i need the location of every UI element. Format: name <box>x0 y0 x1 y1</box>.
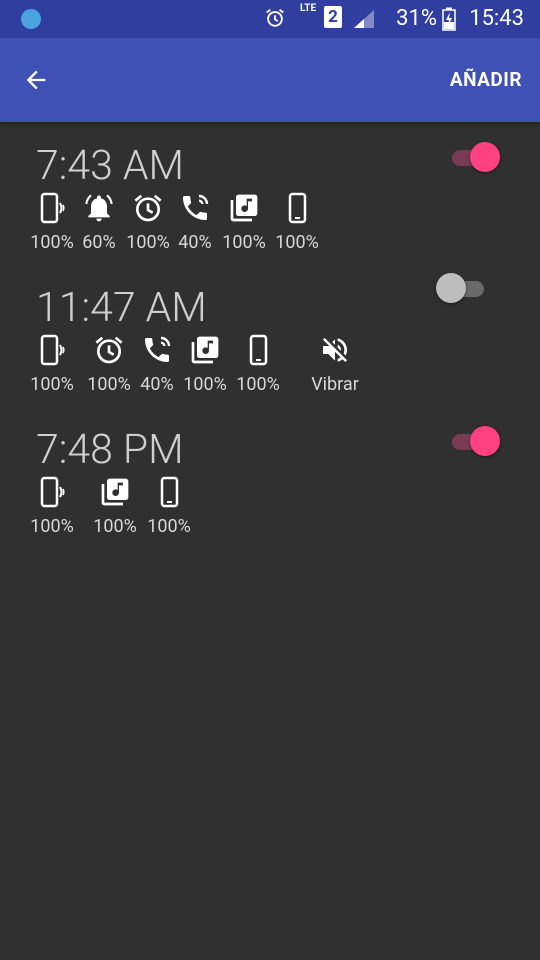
signal-icon <box>352 8 376 34</box>
status-time: 15:43 <box>469 6 524 31</box>
app-notification-icon <box>21 9 41 29</box>
alarm-item[interactable]: 7:43 AM 100% 60% 100% 40% 100% 100% <box>0 142 540 284</box>
alarm-time: 7:43 AM <box>36 142 184 190</box>
volume-setting: 40% <box>168 192 222 262</box>
switch-thumb <box>436 273 466 303</box>
volume-label: 100% <box>222 232 266 253</box>
alarm-item[interactable]: 7:48 PM 100% 100% 100% <box>0 426 540 568</box>
volume-label: 100% <box>183 374 227 395</box>
alarm-toggle-switch[interactable] <box>446 142 500 172</box>
volume-setting: 100% <box>88 476 142 546</box>
arrow-back-icon <box>26 70 46 90</box>
volume-setting: 100% <box>25 192 79 262</box>
volume-label: 100% <box>30 516 74 537</box>
app-bar: AÑADIR <box>0 38 540 122</box>
lte-icon: LTE <box>300 3 317 14</box>
volume-label: 100% <box>147 516 191 537</box>
alarm-item[interactable]: 11:47 AM 100% 100% 40% 100% 100% Vibrar <box>0 273 540 426</box>
volume-setting: 100% <box>121 192 175 262</box>
battery-charging-icon <box>442 7 456 35</box>
volume-label: 100% <box>275 232 319 253</box>
volume-setting: 100% <box>82 334 136 404</box>
volume-label: Vibrar <box>311 374 359 395</box>
volume-setting: 100% <box>142 476 196 546</box>
volume-label: 40% <box>178 232 212 253</box>
volume-label: 100% <box>30 232 74 253</box>
alarm-toggle-switch[interactable] <box>446 426 500 456</box>
volume-label: 40% <box>140 374 174 395</box>
volume-setting: 100% <box>231 334 285 404</box>
volume-setting: 100% <box>178 334 232 404</box>
volume-setting: 40% <box>130 334 184 404</box>
volume-label: 100% <box>87 374 131 395</box>
volume-label: 100% <box>126 232 170 253</box>
status-bar: LTE 2 31% 15:43 <box>0 0 540 38</box>
volume-setting: 100% <box>217 192 271 262</box>
volume-setting: 100% <box>25 476 79 546</box>
battery-percent: 31% <box>396 6 437 31</box>
alarm-toggle-switch[interactable] <box>436 273 490 303</box>
volume-setting: 100% <box>270 192 324 262</box>
volume-label: 100% <box>30 374 74 395</box>
sim-slot-icon: 2 <box>324 6 342 28</box>
alarm-time: 11:47 AM <box>36 284 207 332</box>
alarm-time: 7:48 PM <box>36 426 184 474</box>
add-button[interactable]: AÑADIR <box>450 68 522 91</box>
volume-label: 100% <box>93 516 137 537</box>
alarm-status-icon <box>264 7 286 33</box>
back-button[interactable] <box>22 66 52 96</box>
volume-setting: Vibrar <box>308 334 362 404</box>
volume-setting: 100% <box>25 334 79 404</box>
volume-label: 60% <box>82 232 116 253</box>
volume-setting: 60% <box>72 192 126 262</box>
switch-thumb <box>470 142 500 172</box>
volume-label: 100% <box>236 374 280 395</box>
switch-thumb <box>470 426 500 456</box>
